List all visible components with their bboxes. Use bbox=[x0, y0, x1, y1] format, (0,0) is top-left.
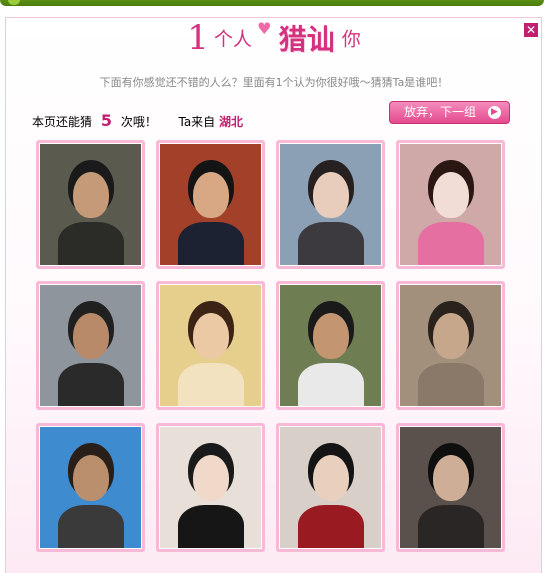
photo-figure-body bbox=[298, 505, 364, 548]
photo-figure-body bbox=[58, 363, 124, 406]
profile-photo bbox=[280, 144, 381, 265]
page-title: 1 个人 ♥ 猎讪 你 bbox=[0, 18, 548, 68]
guess-suffix: 次哦！ bbox=[120, 115, 157, 129]
photo-figure-body bbox=[298, 222, 364, 265]
photo-2[interactable] bbox=[156, 140, 265, 269]
skip-next-group-button[interactable]: 放弃，下一组 ▶ bbox=[389, 101, 510, 124]
photo-figure-face bbox=[313, 313, 349, 359]
guess-count: 5 bbox=[100, 111, 112, 130]
photo-figure-body bbox=[178, 505, 244, 548]
photo-figure-face bbox=[433, 313, 469, 359]
photo-figure-body bbox=[178, 222, 244, 265]
photo-11[interactable] bbox=[276, 423, 385, 552]
subtitle: 下面有你感觉还不错的人么？里面有1个认为你很好哦～猜猜Ta是谁吧！ bbox=[99, 76, 449, 89]
photo-figure-face bbox=[73, 313, 109, 359]
photo-figure-face bbox=[193, 172, 229, 218]
location: 湖北 bbox=[219, 115, 244, 129]
title-highlight: 猎讪 bbox=[278, 23, 335, 56]
from-prefix: Ta来自 bbox=[178, 115, 216, 129]
top-bar bbox=[0, 0, 548, 9]
photo-1[interactable] bbox=[36, 140, 145, 269]
title-part1: 个人 bbox=[214, 28, 253, 51]
photo-figure-body bbox=[418, 505, 484, 548]
skip-button-label: 放弃，下一组 bbox=[404, 105, 477, 119]
heart-icon: ♥ bbox=[257, 18, 272, 38]
title-part2: 你 bbox=[341, 28, 361, 51]
photo-figure-face bbox=[193, 313, 229, 359]
photo-figure-face bbox=[433, 172, 469, 218]
profile-photo bbox=[160, 144, 261, 265]
photo-figure-body bbox=[178, 363, 244, 406]
photo-6[interactable] bbox=[156, 281, 265, 410]
title-number: 1 bbox=[187, 18, 209, 58]
profile-photo bbox=[40, 285, 141, 406]
profile-photo bbox=[160, 285, 261, 406]
photo-5[interactable] bbox=[36, 281, 145, 410]
photo-figure-body bbox=[298, 363, 364, 406]
photo-figure-face bbox=[313, 455, 349, 501]
photo-12[interactable] bbox=[396, 423, 505, 552]
profile-photo bbox=[160, 427, 261, 548]
photo-figure-face bbox=[433, 455, 469, 501]
photo-4[interactable] bbox=[396, 140, 505, 269]
photo-figure-face bbox=[193, 455, 229, 501]
photo-7[interactable] bbox=[276, 281, 385, 410]
photo-figure-face bbox=[313, 172, 349, 218]
guess-prefix: 本页还能猜 bbox=[32, 115, 93, 129]
photo-figure-face bbox=[73, 172, 109, 218]
photo-9[interactable] bbox=[36, 423, 145, 552]
photo-10[interactable] bbox=[156, 423, 265, 552]
profile-photo bbox=[280, 427, 381, 548]
profile-photo bbox=[400, 285, 501, 406]
top-bar-strip bbox=[0, 0, 544, 6]
photo-figure-body bbox=[58, 222, 124, 265]
profile-photo bbox=[40, 427, 141, 548]
photo-8[interactable] bbox=[396, 281, 505, 410]
guess-info: 本页还能猜 5 次哦！ Ta来自 湖北 bbox=[32, 111, 243, 130]
photo-figure-face bbox=[73, 455, 109, 501]
profile-photo bbox=[280, 285, 381, 406]
profile-photo bbox=[400, 144, 501, 265]
photo-figure-body bbox=[58, 505, 124, 548]
photo-figure-body bbox=[418, 222, 484, 265]
photo-figure-body bbox=[418, 363, 484, 406]
profile-photo bbox=[40, 144, 141, 265]
profile-photo bbox=[400, 427, 501, 548]
arrow-right-circle-icon: ▶ bbox=[488, 106, 501, 119]
photo-3[interactable] bbox=[276, 140, 385, 269]
